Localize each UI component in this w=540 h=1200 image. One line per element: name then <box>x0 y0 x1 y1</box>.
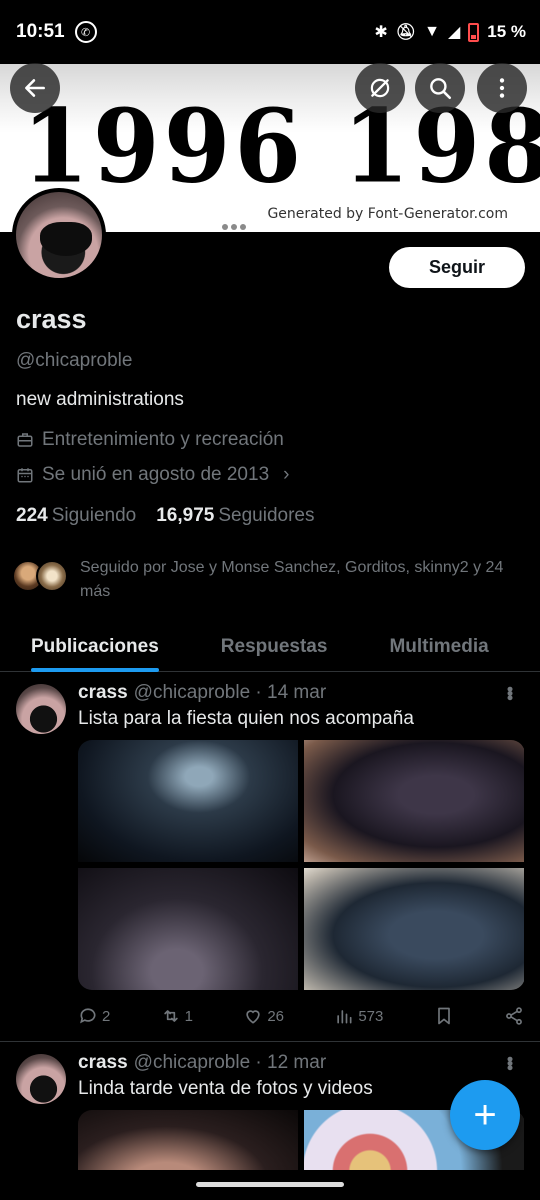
bluetooth-icon: ✱ <box>374 24 388 41</box>
share-button[interactable] <box>504 1006 524 1026</box>
post-media-grid[interactable] <box>78 740 525 990</box>
followed-by[interactable]: Seguido por Jose y Monse Sanchez, Gordit… <box>12 556 532 604</box>
post-meta: @chicaproble · 12 mar <box>133 1052 327 1073</box>
plus-icon: + <box>473 1092 497 1137</box>
reply-icon <box>80 1008 96 1024</box>
profile-bio: new administrations <box>16 389 184 410</box>
grok-icon <box>370 78 390 98</box>
like-count: 26 <box>267 1007 284 1025</box>
post-meta: @chicaproble · 14 mar <box>133 682 327 703</box>
post-image[interactable] <box>78 1110 298 1170</box>
banner-years-text: 1996 1988 <box>22 87 540 206</box>
repost-count: 1 <box>184 1007 193 1025</box>
status-time: 10:51 <box>16 21 65 42</box>
bookmark-button[interactable] <box>434 1006 454 1026</box>
share-icon <box>506 1007 522 1025</box>
followers-stat[interactable]: 16,975 Seguidores <box>156 505 314 527</box>
back-button[interactable] <box>10 63 60 113</box>
profile-joined-label: Se unió en agosto de 2013 <box>42 464 270 485</box>
search-button[interactable] <box>415 63 465 113</box>
post-header: crass @chicaproble · 12 mar <box>78 1052 326 1074</box>
profile-stats: 224 Siguiendo 16,975 Seguidores <box>16 505 314 527</box>
system-nav-bar <box>0 1170 540 1200</box>
wifi-icon: ▼ <box>424 23 440 40</box>
views-button[interactable]: 573 <box>334 1006 383 1026</box>
follower-avatar <box>36 560 68 592</box>
post[interactable]: crass @chicaproble · 14 mar ••• Lista par… <box>0 672 540 1042</box>
follow-button[interactable]: Seguir <box>389 247 525 288</box>
chevron-right-icon: › <box>283 464 290 485</box>
grok-button[interactable] <box>355 63 405 113</box>
repost-icon <box>163 1010 178 1022</box>
status-icons: ✱ 🔕︎ ▼ ◢ 15 % <box>374 22 526 42</box>
profile-name: crass <box>16 304 87 334</box>
followers-count: 16,975 <box>156 505 215 526</box>
whatsapp-icon: ✆ <box>74 21 97 43</box>
banner-credit: Generated by Font-Generator.com <box>267 206 508 222</box>
back-arrow-icon <box>25 79 45 97</box>
profile-avatar[interactable] <box>12 188 106 282</box>
post-header: crass @chicaproble · 14 mar <box>78 682 326 704</box>
profile-handle: @chicaproble <box>16 350 133 371</box>
post-avatar[interactable] <box>16 684 66 734</box>
following-count: 224 <box>16 505 48 526</box>
post-image[interactable] <box>78 868 298 990</box>
heart-icon <box>246 1010 260 1024</box>
reply-count: 2 <box>102 1007 111 1025</box>
search-icon <box>430 78 452 100</box>
views-chart-icon <box>337 1010 352 1024</box>
tab-respuestas[interactable]: Respuestas <box>221 622 328 672</box>
profile-category-label: Entretenimiento y recreación <box>42 429 284 450</box>
profile-tabs: Publicaciones Respuestas Multimedia <box>0 622 540 672</box>
followed-by-avatars <box>12 560 72 594</box>
post-image[interactable] <box>304 740 524 862</box>
compose-button[interactable]: + <box>450 1080 520 1150</box>
tab-publicaciones[interactable]: Publicaciones <box>31 622 159 672</box>
bookmark-icon <box>437 1007 450 1025</box>
post-more-icon[interactable]: ••• <box>499 1056 520 1069</box>
post-more-icon[interactable]: ••• <box>499 686 520 699</box>
post-text: Lista para la fiesta quien nos acompaña <box>78 708 414 729</box>
following-stat[interactable]: 224 Siguiendo <box>16 505 136 527</box>
followers-label: Seguidores <box>218 505 315 526</box>
like-button[interactable]: 26 <box>243 1006 284 1026</box>
status-bar: 10:51 ✆ ✱ 🔕︎ ▼ ◢ 15 % <box>0 0 540 64</box>
briefcase-icon <box>17 433 33 447</box>
following-label: Siguiendo <box>51 505 137 526</box>
tab-multimedia[interactable]: Multimedia <box>389 622 488 672</box>
battery-level: 15 % <box>487 22 526 41</box>
signal-icon: ◢ <box>447 24 461 41</box>
banner-more-dots-icon <box>222 224 246 230</box>
post-actions: 2 1 26 573 <box>78 1006 524 1026</box>
calendar-icon <box>17 468 33 483</box>
reply-button[interactable]: 2 <box>78 1006 110 1026</box>
post-author-name: crass <box>78 682 128 703</box>
post-text: Linda tarde venta de fotos y videos <box>78 1078 373 1099</box>
more-options-button[interactable] <box>477 63 527 113</box>
post-avatar[interactable] <box>16 1054 66 1104</box>
views-count: 573 <box>358 1007 384 1025</box>
profile-joined[interactable]: Se unió en agosto de 2013 › <box>16 464 289 486</box>
followed-by-text: Seguido por Jose y Monse Sanchez, Gordit… <box>80 559 504 600</box>
profile-category: Entretenimiento y recreación <box>16 429 284 451</box>
repost-button[interactable]: 1 <box>161 1006 193 1026</box>
more-vertical-icon <box>499 78 505 98</box>
battery-icon <box>468 22 480 42</box>
home-gesture-pill[interactable] <box>196 1182 344 1187</box>
mute-bell-icon: 🔕︎ <box>395 24 417 41</box>
post-author-name: crass <box>78 1052 128 1073</box>
post-image[interactable] <box>304 868 524 990</box>
post-image[interactable] <box>78 740 298 862</box>
